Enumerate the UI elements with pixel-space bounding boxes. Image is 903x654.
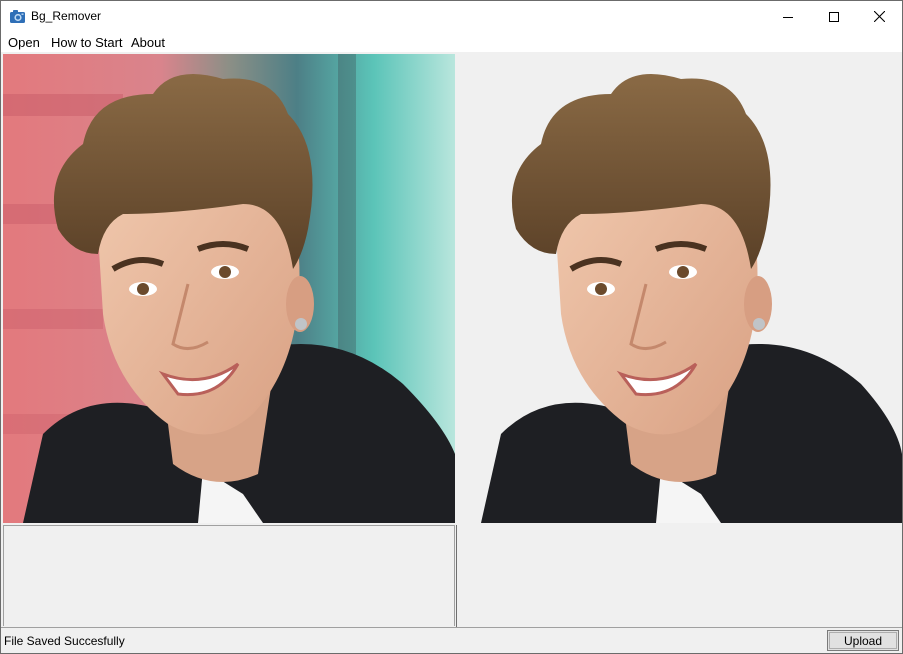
window-title: Bg_Remover <box>31 9 102 23</box>
status-separator <box>1 627 902 628</box>
menu-item-open[interactable]: Open <box>8 35 40 50</box>
maximize-icon <box>829 11 839 22</box>
app-window: Bg_Remover Open How to Start About File … <box>0 0 903 654</box>
camera-icon <box>9 9 26 24</box>
menu-item-how-to-start[interactable]: How to Start <box>51 35 123 50</box>
close-button[interactable] <box>856 1 902 32</box>
close-icon <box>873 11 885 22</box>
maximize-button[interactable] <box>811 1 857 32</box>
original-image-panel <box>3 54 455 523</box>
menu-item-about[interactable]: About <box>131 35 165 50</box>
minimize-icon <box>783 12 793 22</box>
left-lower-pane <box>3 525 455 626</box>
minimize-button[interactable] <box>765 1 811 32</box>
result-image-panel <box>457 54 902 523</box>
pane-divider[interactable] <box>456 525 457 627</box>
title-bar[interactable]: Bg_Remover <box>1 1 902 32</box>
upload-button[interactable]: Upload <box>827 630 899 651</box>
status-text: File Saved Succesfully <box>4 634 125 648</box>
menu-bar: Open How to Start About <box>1 32 902 52</box>
original-photo <box>3 54 455 523</box>
result-photo <box>457 54 902 523</box>
